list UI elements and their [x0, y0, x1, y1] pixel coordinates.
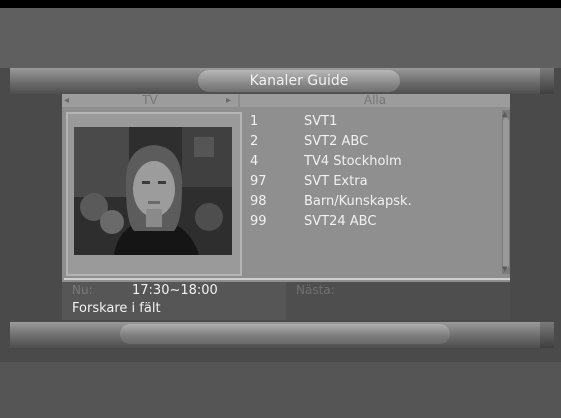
channel-number: 4	[250, 154, 259, 169]
channel-name: SVT Extra	[304, 174, 368, 189]
tab-tv[interactable]: TV	[62, 94, 238, 107]
channel-number: 99	[250, 214, 267, 229]
channel-number: 1	[250, 114, 259, 129]
channel-row[interactable]: 1 SVT1	[244, 112, 500, 132]
channel-name: SVT24 ABC	[304, 214, 377, 229]
channel-row[interactable]: 97 SVT Extra	[244, 172, 500, 192]
channel-name: SVT2 ABC	[304, 134, 369, 149]
channel-name: TV4 Stockholm	[304, 154, 402, 169]
presenter-image	[74, 127, 232, 255]
channel-row[interactable]: 99 SVT24 ABC	[244, 212, 500, 232]
channel-number: 98	[250, 194, 267, 209]
channel-name: Barn/Kunskapsk.	[304, 194, 412, 209]
now-label: Nu:	[72, 283, 93, 297]
tab-alla[interactable]: Alla	[240, 94, 510, 107]
scrollbar-thumb[interactable]	[503, 118, 509, 268]
divider	[64, 278, 510, 280]
scroll-up-icon[interactable]: ▲	[502, 110, 507, 118]
channel-number: 97	[250, 174, 267, 189]
tab-right-arrow-icon[interactable]: ▸	[226, 94, 231, 107]
page-title: Kanaler Guide	[198, 70, 400, 92]
video-preview	[74, 127, 232, 255]
top-border	[0, 0, 561, 8]
background-top	[0, 8, 561, 68]
now-program-title: Forskare i fält	[72, 301, 161, 316]
footer-rail-end	[540, 322, 554, 348]
channel-row[interactable]: 4 TV4 Stockholm	[244, 152, 500, 172]
tab-left-arrow-icon[interactable]: ◂	[64, 94, 69, 107]
next-label: Nästa:	[296, 283, 335, 297]
channel-row[interactable]: 2 SVT2 ABC	[244, 132, 500, 152]
channel-name: SVT1	[304, 114, 338, 129]
header-rail-end	[540, 68, 554, 94]
footer-pill	[120, 324, 450, 344]
scroll-down-icon[interactable]: ▼	[502, 265, 507, 273]
channel-number: 2	[250, 134, 259, 149]
channel-row[interactable]: 98 Barn/Kunskapsk.	[244, 192, 500, 212]
now-time: 17:30~18:00	[132, 283, 218, 298]
background-bottom	[0, 362, 561, 418]
